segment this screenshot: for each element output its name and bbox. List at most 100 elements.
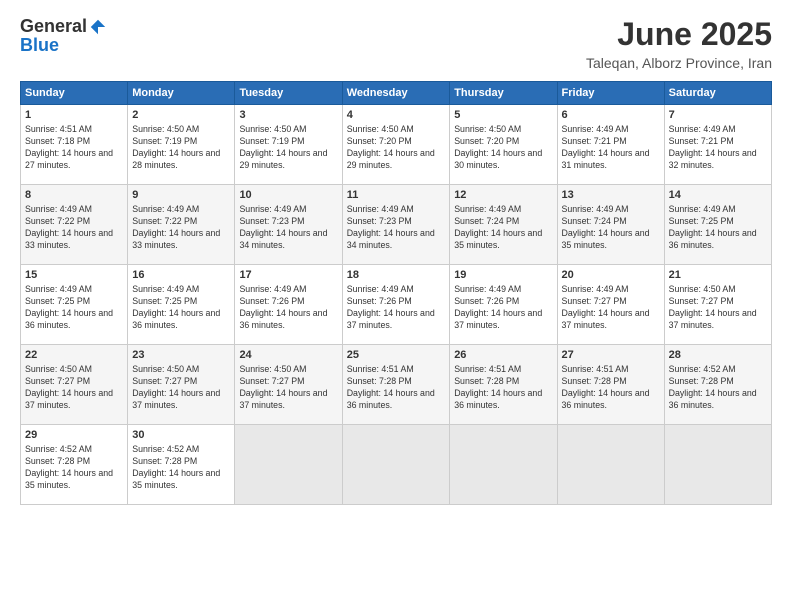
month-title: June 2025: [586, 16, 772, 53]
day-number: 3: [239, 108, 337, 123]
day-number: 16: [132, 268, 230, 283]
day-info: Sunrise: 4:49 AMSunset: 7:21 PMDaylight:…: [669, 124, 767, 172]
calendar-cell: [664, 425, 771, 505]
calendar-cell: 30Sunrise: 4:52 AMSunset: 7:28 PMDayligh…: [128, 425, 235, 505]
day-info: Sunrise: 4:50 AMSunset: 7:20 PMDaylight:…: [454, 124, 552, 172]
weekday-header-thursday: Thursday: [450, 82, 557, 105]
day-number: 25: [347, 348, 445, 363]
day-number: 4: [347, 108, 445, 123]
day-number: 7: [669, 108, 767, 123]
day-number: 10: [239, 188, 337, 203]
calendar-table: SundayMondayTuesdayWednesdayThursdayFrid…: [20, 81, 772, 505]
day-info: Sunrise: 4:51 AMSunset: 7:28 PMDaylight:…: [562, 364, 660, 412]
day-info: Sunrise: 4:49 AMSunset: 7:24 PMDaylight:…: [562, 204, 660, 252]
weekday-header-monday: Monday: [128, 82, 235, 105]
calendar-cell: 13Sunrise: 4:49 AMSunset: 7:24 PMDayligh…: [557, 185, 664, 265]
weekday-header-friday: Friday: [557, 82, 664, 105]
calendar-cell: 23Sunrise: 4:50 AMSunset: 7:27 PMDayligh…: [128, 345, 235, 425]
calendar-cell: 8Sunrise: 4:49 AMSunset: 7:22 PMDaylight…: [21, 185, 128, 265]
day-number: 19: [454, 268, 552, 283]
calendar-cell: 14Sunrise: 4:49 AMSunset: 7:25 PMDayligh…: [664, 185, 771, 265]
weekday-header-saturday: Saturday: [664, 82, 771, 105]
logo-icon: [89, 18, 107, 36]
calendar-cell: 11Sunrise: 4:49 AMSunset: 7:23 PMDayligh…: [342, 185, 449, 265]
calendar-cell: 1Sunrise: 4:51 AMSunset: 7:18 PMDaylight…: [21, 105, 128, 185]
weekday-header-tuesday: Tuesday: [235, 82, 342, 105]
day-number: 22: [25, 348, 123, 363]
day-number: 11: [347, 188, 445, 203]
calendar-cell: 22Sunrise: 4:50 AMSunset: 7:27 PMDayligh…: [21, 345, 128, 425]
calendar-cell: 3Sunrise: 4:50 AMSunset: 7:19 PMDaylight…: [235, 105, 342, 185]
day-number: 15: [25, 268, 123, 283]
location-title: Taleqan, Alborz Province, Iran: [586, 55, 772, 71]
day-number: 2: [132, 108, 230, 123]
day-info: Sunrise: 4:49 AMSunset: 7:25 PMDaylight:…: [669, 204, 767, 252]
day-info: Sunrise: 4:49 AMSunset: 7:26 PMDaylight:…: [347, 284, 445, 332]
calendar-cell: 26Sunrise: 4:51 AMSunset: 7:28 PMDayligh…: [450, 345, 557, 425]
day-info: Sunrise: 4:50 AMSunset: 7:19 PMDaylight:…: [239, 124, 337, 172]
day-info: Sunrise: 4:49 AMSunset: 7:21 PMDaylight:…: [562, 124, 660, 172]
day-info: Sunrise: 4:50 AMSunset: 7:27 PMDaylight:…: [25, 364, 123, 412]
day-number: 12: [454, 188, 552, 203]
calendar-cell: 25Sunrise: 4:51 AMSunset: 7:28 PMDayligh…: [342, 345, 449, 425]
day-number: 28: [669, 348, 767, 363]
calendar-cell: [450, 425, 557, 505]
day-info: Sunrise: 4:49 AMSunset: 7:23 PMDaylight:…: [239, 204, 337, 252]
day-info: Sunrise: 4:50 AMSunset: 7:27 PMDaylight:…: [669, 284, 767, 332]
day-info: Sunrise: 4:52 AMSunset: 7:28 PMDaylight:…: [25, 444, 123, 492]
day-info: Sunrise: 4:49 AMSunset: 7:26 PMDaylight:…: [454, 284, 552, 332]
day-number: 13: [562, 188, 660, 203]
calendar-cell: 20Sunrise: 4:49 AMSunset: 7:27 PMDayligh…: [557, 265, 664, 345]
day-info: Sunrise: 4:49 AMSunset: 7:26 PMDaylight:…: [239, 284, 337, 332]
calendar-cell: 29Sunrise: 4:52 AMSunset: 7:28 PMDayligh…: [21, 425, 128, 505]
day-number: 27: [562, 348, 660, 363]
logo: General Blue: [20, 16, 107, 56]
calendar-cell: 17Sunrise: 4:49 AMSunset: 7:26 PMDayligh…: [235, 265, 342, 345]
day-info: Sunrise: 4:49 AMSunset: 7:24 PMDaylight:…: [454, 204, 552, 252]
calendar-cell: 27Sunrise: 4:51 AMSunset: 7:28 PMDayligh…: [557, 345, 664, 425]
day-info: Sunrise: 4:49 AMSunset: 7:23 PMDaylight:…: [347, 204, 445, 252]
day-info: Sunrise: 4:49 AMSunset: 7:25 PMDaylight:…: [132, 284, 230, 332]
calendar-cell: [557, 425, 664, 505]
day-number: 18: [347, 268, 445, 283]
logo-general: General: [20, 16, 87, 37]
day-info: Sunrise: 4:50 AMSunset: 7:19 PMDaylight:…: [132, 124, 230, 172]
logo-blue: Blue: [20, 35, 59, 56]
calendar-cell: 24Sunrise: 4:50 AMSunset: 7:27 PMDayligh…: [235, 345, 342, 425]
day-number: 1: [25, 108, 123, 123]
day-number: 21: [669, 268, 767, 283]
calendar-cell: 9Sunrise: 4:49 AMSunset: 7:22 PMDaylight…: [128, 185, 235, 265]
day-info: Sunrise: 4:49 AMSunset: 7:22 PMDaylight:…: [25, 204, 123, 252]
calendar-cell: [235, 425, 342, 505]
calendar-cell: 16Sunrise: 4:49 AMSunset: 7:25 PMDayligh…: [128, 265, 235, 345]
day-info: Sunrise: 4:50 AMSunset: 7:27 PMDaylight:…: [132, 364, 230, 412]
day-info: Sunrise: 4:50 AMSunset: 7:27 PMDaylight:…: [239, 364, 337, 412]
day-number: 23: [132, 348, 230, 363]
day-info: Sunrise: 4:51 AMSunset: 7:28 PMDaylight:…: [454, 364, 552, 412]
page-header: General Blue June 2025 Taleqan, Alborz P…: [20, 16, 772, 71]
day-info: Sunrise: 4:49 AMSunset: 7:27 PMDaylight:…: [562, 284, 660, 332]
day-info: Sunrise: 4:51 AMSunset: 7:18 PMDaylight:…: [25, 124, 123, 172]
day-info: Sunrise: 4:52 AMSunset: 7:28 PMDaylight:…: [669, 364, 767, 412]
day-number: 20: [562, 268, 660, 283]
calendar-cell: 21Sunrise: 4:50 AMSunset: 7:27 PMDayligh…: [664, 265, 771, 345]
calendar-cell: 7Sunrise: 4:49 AMSunset: 7:21 PMDaylight…: [664, 105, 771, 185]
day-info: Sunrise: 4:49 AMSunset: 7:22 PMDaylight:…: [132, 204, 230, 252]
calendar-cell: 4Sunrise: 4:50 AMSunset: 7:20 PMDaylight…: [342, 105, 449, 185]
day-number: 8: [25, 188, 123, 203]
day-number: 17: [239, 268, 337, 283]
title-block: June 2025 Taleqan, Alborz Province, Iran: [586, 16, 772, 71]
calendar-cell: 10Sunrise: 4:49 AMSunset: 7:23 PMDayligh…: [235, 185, 342, 265]
weekday-header-sunday: Sunday: [21, 82, 128, 105]
calendar-cell: 15Sunrise: 4:49 AMSunset: 7:25 PMDayligh…: [21, 265, 128, 345]
day-number: 30: [132, 428, 230, 443]
day-number: 14: [669, 188, 767, 203]
calendar-cell: 6Sunrise: 4:49 AMSunset: 7:21 PMDaylight…: [557, 105, 664, 185]
day-info: Sunrise: 4:52 AMSunset: 7:28 PMDaylight:…: [132, 444, 230, 492]
calendar-cell: 2Sunrise: 4:50 AMSunset: 7:19 PMDaylight…: [128, 105, 235, 185]
calendar-cell: 12Sunrise: 4:49 AMSunset: 7:24 PMDayligh…: [450, 185, 557, 265]
day-number: 26: [454, 348, 552, 363]
day-number: 5: [454, 108, 552, 123]
day-info: Sunrise: 4:49 AMSunset: 7:25 PMDaylight:…: [25, 284, 123, 332]
calendar-cell: 19Sunrise: 4:49 AMSunset: 7:26 PMDayligh…: [450, 265, 557, 345]
